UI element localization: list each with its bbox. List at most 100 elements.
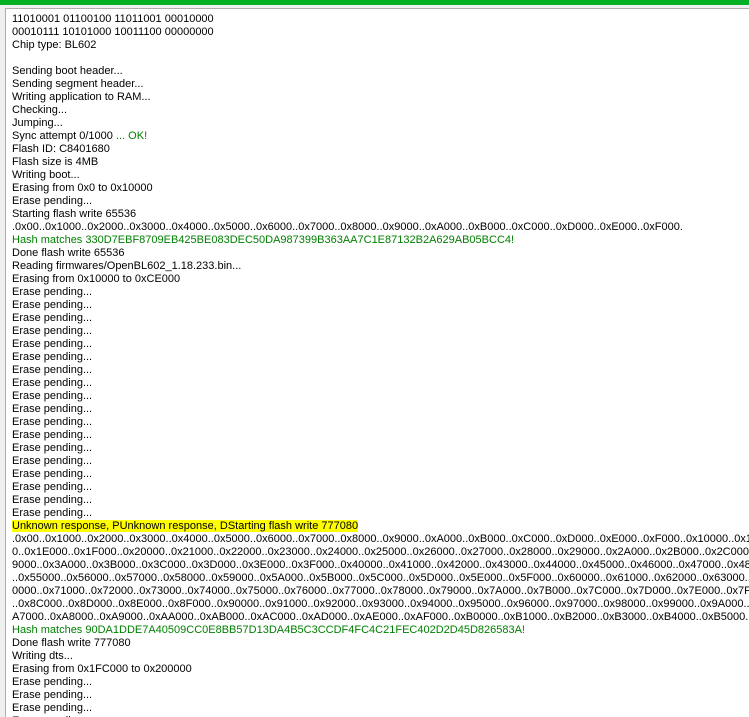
log-line-text: Hash matches 330D7EBF8709EB425BE083DEC50…	[12, 234, 515, 246]
log-line-text: Erase pending...	[12, 702, 93, 714]
log-line: Erase pending...	[12, 312, 749, 325]
log-line-text: Hash matches 90DA1DDE7A40509CC0E8BB57D13…	[12, 624, 525, 636]
log-line-text: Erase pending...	[12, 455, 93, 467]
log-line-text: Erase pending...	[12, 312, 93, 324]
log-line-text: Erase pending...	[12, 338, 93, 350]
log-line-text: Erase pending...	[12, 442, 93, 454]
log-line-text: Erase pending...	[12, 390, 93, 402]
log-line-text: Erase pending...	[12, 481, 93, 493]
log-line: .0x00..0x1000..0x2000..0x3000..0x4000..0…	[12, 533, 749, 546]
log-line-text: Writing dts...	[12, 650, 73, 662]
progress-bar-fill	[0, 0, 749, 5]
log-line-text: 9000..0x3A000..0x3B000..0x3C000..0x3D000…	[12, 559, 749, 571]
log-line: Erase pending...	[12, 507, 749, 520]
log-line: 00010111 10101000 10011100 00000000	[12, 26, 749, 39]
log-line: Erasing from 0x0 to 0x10000	[12, 182, 749, 195]
log-line: Erase pending...	[12, 494, 749, 507]
log-line-text: Sync attempt 0/1000	[12, 130, 113, 142]
log-line-text: Erasing from 0x10000 to 0xCE000	[12, 273, 181, 285]
log-line-text: Erase pending...	[12, 494, 93, 506]
log-line-text: ..0x55000..0x56000..0x57000..0x58000..0x…	[12, 572, 749, 584]
log-line: Erase pending...	[12, 286, 749, 299]
log-line-text: Reading firmwares/OpenBL602_1.18.233.bin…	[12, 260, 242, 272]
log-line-text: 00010111 10101000 10011100 00000000	[12, 26, 214, 38]
log-line-text: Erasing from 0x0 to 0x10000	[12, 182, 153, 194]
log-line: Erase pending...	[12, 377, 749, 390]
log-line-text: Sending segment header...	[12, 78, 144, 90]
log-line: ..0x55000..0x56000..0x57000..0x58000..0x…	[12, 572, 749, 585]
log-line: 0000..0x71000..0x72000..0x73000..0x74000…	[12, 585, 749, 598]
log-line-text: Erase pending...	[12, 325, 93, 337]
log-line-text: Erasing from 0x1FC000 to 0x200000	[12, 663, 192, 675]
log-line-text: Erase pending...	[12, 377, 93, 389]
log-line-text: Flash ID: C8401680	[12, 143, 110, 155]
log-line: Reading firmwares/OpenBL602_1.18.233.bin…	[12, 260, 749, 273]
log-line: Erase pending...	[12, 429, 749, 442]
log-line-text: 0000..0x71000..0x72000..0x73000..0x74000…	[12, 585, 749, 597]
log-line: Writing application to RAM...	[12, 91, 749, 104]
log-line-text: Jumping...	[12, 117, 63, 129]
log-line-text: Unknown response, PUnknown response, DSt…	[12, 520, 359, 532]
log-line-text: Erase pending...	[12, 689, 93, 701]
log-line-text: Starting flash write 65536	[12, 208, 137, 220]
log-line: Erase pending...	[12, 338, 749, 351]
log-line: Done flash write 65536	[12, 247, 749, 260]
log-line: Erase pending...	[12, 390, 749, 403]
log-line: Flash ID: C8401680	[12, 143, 749, 156]
log-line: Erase pending...	[12, 702, 749, 715]
log-line: Erase pending...	[12, 468, 749, 481]
log-line: Erasing from 0x1FC000 to 0x200000	[12, 663, 749, 676]
log-output[interactable]: 11010001 01100100 11011001 00010000 00010…	[5, 8, 749, 717]
log-line-status: ... OK!	[112, 130, 148, 142]
log-line: Erase pending...	[12, 416, 749, 429]
log-line-text: Erase pending...	[12, 416, 93, 428]
log-line: Erase pending...	[12, 299, 749, 312]
log-line: Erase pending...	[12, 195, 749, 208]
log-line: Sending segment header...	[12, 78, 749, 91]
log-line-text: .0x00..0x1000..0x2000..0x3000..0x4000..0…	[12, 533, 749, 545]
log-line: Checking...	[12, 104, 749, 117]
log-line: ..0x8C000..0x8D000..0x8E000..0x8F000..0x…	[12, 598, 749, 611]
log-line-text: A7000..0xA8000..0xA9000..0xAA000..0xAB00…	[12, 611, 749, 623]
log-line: Erase pending...	[12, 364, 749, 377]
log-line: .0x00..0x1000..0x2000..0x3000..0x4000..0…	[12, 221, 749, 234]
log-line: 0..0x1E000..0x1F000..0x20000..0x21000..0…	[12, 546, 749, 559]
log-line-text: Erase pending...	[12, 468, 93, 480]
log-line-text: Checking...	[12, 104, 68, 116]
log-line: Erase pending...	[12, 676, 749, 689]
log-line-text: 0..0x1E000..0x1F000..0x20000..0x21000..0…	[12, 546, 749, 558]
log-line: Erase pending...	[12, 351, 749, 364]
log-line-text: ..0x8C000..0x8D000..0x8E000..0x8F000..0x…	[12, 598, 749, 610]
log-line-text: Erase pending...	[12, 351, 93, 363]
log-line-text: Writing application to RAM...	[12, 91, 151, 103]
log-line: A7000..0xA8000..0xA9000..0xAA000..0xAB00…	[12, 611, 749, 624]
log-line: Sending boot header...	[12, 65, 749, 78]
log-line: Erasing from 0x10000 to 0xCE000	[12, 273, 749, 286]
log-line: Jumping...	[12, 117, 749, 130]
progress-bar	[0, 0, 749, 5]
log-line-text: Done flash write 777080	[12, 637, 131, 649]
log-line: Writing dts...	[12, 650, 749, 663]
log-line: 11010001 01100100 11011001 00010000	[12, 13, 749, 26]
log-line-text: Erase pending...	[12, 364, 93, 376]
log-line-text: Writing boot...	[12, 169, 80, 181]
log-line-text: Done flash write 65536	[12, 247, 125, 259]
log-line-text: 11010001 01100100 11011001 00010000	[12, 13, 214, 25]
log-line: Sync attempt 0/1000 ... OK!	[12, 130, 749, 143]
log-line: Erase pending...	[12, 455, 749, 468]
log-line-text: Chip type: BL602	[12, 39, 97, 51]
log-line: Hash matches 90DA1DDE7A40509CC0E8BB57D13…	[12, 624, 749, 637]
log-line-text: Sending boot header...	[12, 65, 123, 77]
log-line: Erase pending...	[12, 442, 749, 455]
log-line: Chip type: BL602	[12, 39, 749, 52]
log-line: Erase pending...	[12, 325, 749, 338]
flasher-window: 11010001 01100100 11011001 00010000 00010…	[0, 0, 749, 717]
log-line: Erase pending...	[12, 481, 749, 494]
log-line: Erase pending...	[12, 403, 749, 416]
log-line-text: Erase pending...	[12, 286, 93, 298]
log-line-text: Erase pending...	[12, 429, 93, 441]
log-line-text: .0x00..0x1000..0x2000..0x3000..0x4000..0…	[12, 221, 683, 233]
log-line: Unknown response, PUnknown response, DSt…	[12, 520, 749, 533]
log-line: Flash size is 4MB	[12, 156, 749, 169]
